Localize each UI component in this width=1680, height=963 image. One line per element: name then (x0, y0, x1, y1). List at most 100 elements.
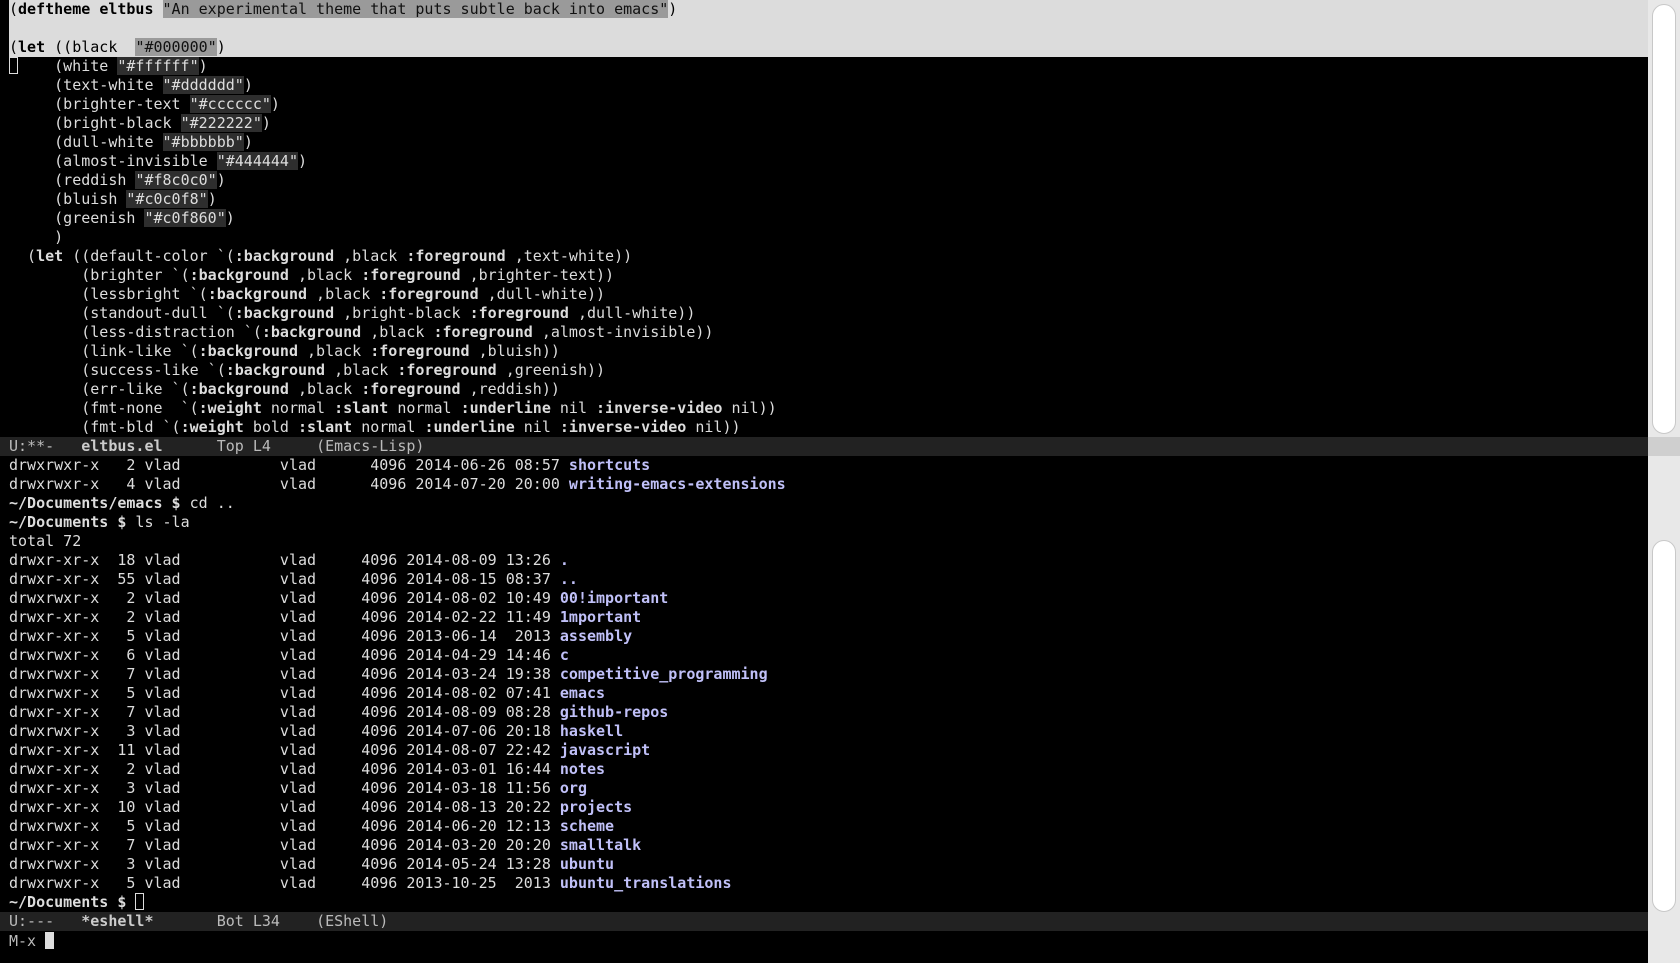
directory-name[interactable]: projects (560, 798, 632, 816)
code-text: drwxrwxr-x 3 vlad vlad 4096 2014-05-24 1… (9, 855, 560, 873)
keyword: :background (234, 247, 335, 265)
code-line: (brighter `(:background ,black :foregrou… (9, 266, 1648, 285)
keyword: :foreground (379, 285, 479, 303)
eshell-scrollbar-thumb[interactable] (1652, 540, 1676, 912)
modeline-mode: (EShell) (316, 912, 389, 930)
code-line: (bright-black "#222222") (9, 114, 1648, 133)
code-text: ,black (288, 266, 362, 284)
directory-name[interactable]: ubuntu (560, 855, 614, 873)
code-text: (bluish (9, 190, 127, 208)
code-text: normal (352, 418, 425, 436)
code-text: ) (225, 209, 235, 227)
keyword: :foreground (433, 323, 533, 341)
minibuffer[interactable]: M-x (9, 932, 55, 951)
code-text: ls -la (126, 513, 190, 531)
string-literal: "An experimental theme that puts subtle … (162, 0, 669, 18)
code-line: (link-like `(:background ,black :foregro… (9, 342, 1648, 361)
code-text: drwxr-xr-x 2 vlad vlad 4096 2014-02-22 1… (9, 608, 560, 626)
shell-output-line: drwxr-xr-x 18 vlad vlad 4096 2014-08-09 … (9, 551, 1648, 570)
directory-name[interactable]: scheme (560, 817, 614, 835)
code-text: (white (18, 57, 118, 75)
code-text: drwxr-xr-x 3 vlad vlad 4096 2014-03-18 1… (9, 779, 560, 797)
editor-pane[interactable]: (deftheme eltbus "An experimental theme … (9, 0, 1648, 437)
code-text: ((black (45, 38, 136, 56)
editor-modeline[interactable]: U:**- eltbus.el Top L4 (Emacs-Lisp) (0, 437, 1648, 456)
shell-output-line: drwxr-xr-x 10 vlad vlad 4096 2014-08-13 … (9, 798, 1648, 817)
directory-name[interactable]: ubuntu_translations (560, 874, 732, 892)
code-text: (err-like `( (9, 380, 190, 398)
code-text: drwxr-xr-x 7 vlad vlad 4096 2014-08-09 0… (9, 703, 560, 721)
shell-output-line: drwxrwxr-x 7 vlad vlad 4096 2014-03-24 1… (9, 665, 1648, 684)
code-text: drwxr-xr-x 18 vlad vlad 4096 2014-08-09 … (9, 551, 560, 569)
directory-name[interactable]: smalltalk (560, 836, 641, 854)
code-text: ) (668, 0, 678, 18)
directory-name[interactable]: c (560, 646, 569, 664)
shell-output-line: drwxr-xr-x 7 vlad vlad 4096 2014-03-20 2… (9, 836, 1648, 855)
code-text: ,black (307, 285, 380, 303)
directory-name[interactable]: notes (560, 760, 605, 778)
directory-name[interactable]: javascript (560, 741, 650, 759)
directory-name[interactable]: shortcuts (569, 456, 650, 474)
code-text: (bright-black (9, 114, 181, 132)
emacs-frame: (deftheme eltbus "An experimental theme … (0, 0, 1648, 963)
text-cursor (9, 57, 18, 74)
code-line: (text-white "#dddddd") (9, 76, 1648, 95)
keyword: let (18, 38, 46, 56)
shell-output-line: drwxrwxr-x 4 vlad vlad 4096 2014-07-20 2… (9, 475, 1648, 494)
directory-name[interactable]: haskell (560, 722, 623, 740)
shell-output-line: drwxrwxr-x 3 vlad vlad 4096 2014-07-06 2… (9, 722, 1648, 741)
shell-output-line: drwxrwxr-x 5 vlad vlad 4096 2013-10-25 2… (9, 874, 1648, 893)
shell-output-line: drwxrwxr-x 2 vlad vlad 4096 2014-06-26 0… (9, 456, 1648, 475)
directory-name[interactable]: emacs (560, 684, 605, 702)
code-text: ,black (288, 380, 362, 398)
keyword: :foreground (361, 380, 461, 398)
string-literal: "#f8c0c0" (135, 171, 217, 189)
directory-name[interactable]: org (560, 779, 587, 797)
keyword: eltbus (99, 0, 154, 18)
shell-input-line[interactable]: ~/Documents $ (9, 893, 1648, 912)
code-text: (text-white (9, 76, 163, 94)
keyword: :underline (424, 418, 515, 436)
directory-name[interactable]: writing-emacs-extensions (569, 475, 786, 493)
eshell-modeline[interactable]: U:--- *eshell* Bot L34 (EShell) (0, 912, 1648, 931)
directory-name[interactable]: 00!important (560, 589, 668, 607)
code-text: drwxr-xr-x 10 vlad vlad 4096 2014-08-13 … (9, 798, 560, 816)
directory-name[interactable]: 1mportant (560, 608, 641, 626)
keyword: :background (189, 266, 289, 284)
shell-output-line: drwxrwxr-x 3 vlad vlad 4096 2014-05-24 1… (9, 855, 1648, 874)
modeline-position: Bot L34 (216, 912, 280, 930)
directory-name[interactable]: competitive_programming (560, 665, 768, 683)
code-text: (brighter-text (9, 95, 190, 113)
directory-name[interactable]: github-repos (560, 703, 668, 721)
directory-name[interactable]: assembly (560, 627, 632, 645)
scrollbar-divider (1648, 437, 1680, 456)
shell-output-line: drwxr-xr-x 5 vlad vlad 4096 2013-06-14 2… (9, 627, 1648, 646)
code-text: (lessbright `( (9, 285, 208, 303)
code-line: (dull-white "#bbbbbb") (9, 133, 1648, 152)
directory-name[interactable]: .. (560, 570, 578, 588)
code-text: nil)) (686, 418, 741, 436)
code-line: (err-like `(:background ,black :foregrou… (9, 380, 1648, 399)
editor-scrollbar-thumb[interactable] (1652, 4, 1676, 434)
code-text: ,brighter-text)) (460, 266, 615, 284)
code-text: ) (261, 114, 271, 132)
code-text: cd .. (180, 494, 235, 512)
minibuffer-cursor (45, 932, 55, 949)
code-text: ) (198, 57, 208, 75)
shell-output-line: drwxr-xr-x 2 vlad vlad 4096 2014-03-01 1… (9, 760, 1648, 779)
shell-output-line: drwxr-xr-x 11 vlad vlad 4096 2014-08-07 … (9, 741, 1648, 760)
code-text: drwxrwxr-x 2 vlad vlad 4096 2014-06-26 0… (9, 456, 569, 474)
shell-prompt: ~/Documents $ (9, 513, 127, 531)
directory-name[interactable]: . (560, 551, 569, 569)
keyword: :background (225, 361, 326, 379)
code-text: (fmt-bld `( (9, 418, 181, 436)
code-line: (almost-invisible "#444444") (9, 152, 1648, 171)
code-text: (greenish (9, 209, 145, 227)
shell-output-line: drwxr-xr-x 7 vlad vlad 4096 2014-08-09 0… (9, 703, 1648, 722)
string-literal: "#444444" (216, 152, 298, 170)
string-literal: "#bbbbbb" (162, 133, 244, 151)
code-text: (less-distraction `( (9, 323, 262, 341)
eshell-pane[interactable]: drwxrwxr-x 2 vlad vlad 4096 2014-06-26 0… (9, 456, 1648, 912)
code-line: (bluish "#c0c0f8") (9, 190, 1648, 209)
